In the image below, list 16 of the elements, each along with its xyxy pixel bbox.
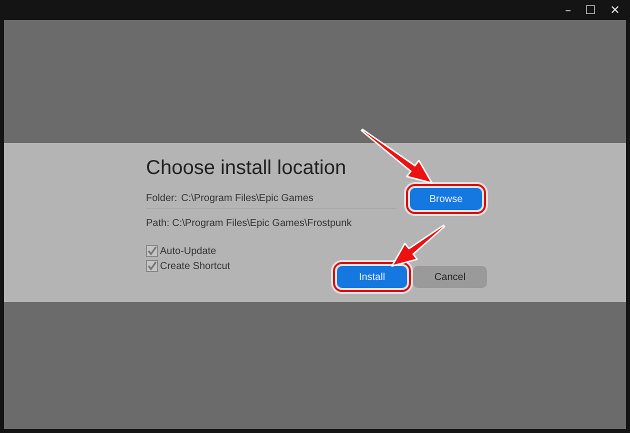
dialog-title: Choose install location [146,157,346,180]
close-button[interactable]: ✕ [608,3,622,17]
cancel-button[interactable]: Cancel [413,266,487,288]
folder-label: Folder: [146,193,178,204]
checkbox[interactable] [146,260,158,272]
folder-value: C:\Program Files\Epic Games [181,193,314,204]
checkbox[interactable] [146,245,158,257]
path-text: Path: C:\Program Files\Epic Games\Frostpunk [146,218,352,229]
browse-button[interactable]: Browse [410,188,482,210]
folder-field[interactable]: Folder: C:\Program Files\Epic Games [146,190,396,208]
install-button[interactable]: Install [337,266,407,288]
maximize-button[interactable]: ☐ [583,3,598,17]
checkbox-label: Auto-Update [160,246,216,256]
pointer-arrow [391,224,446,267]
checkbox-label: Create Shortcut [160,260,230,272]
minimize-button[interactable]: – [563,3,574,17]
